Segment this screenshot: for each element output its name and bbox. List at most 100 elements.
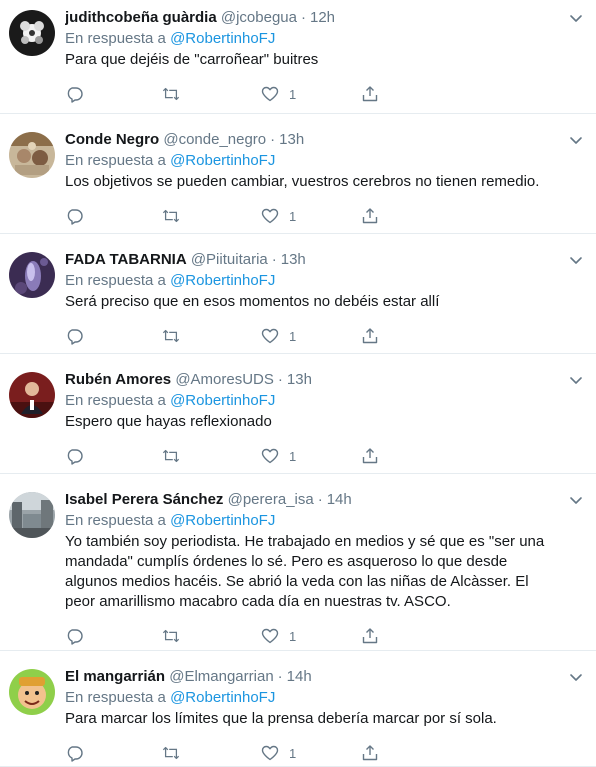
share-button[interactable]: [361, 206, 379, 226]
like-button[interactable]: 1: [261, 743, 296, 763]
timestamp[interactable]: 14h: [327, 491, 352, 508]
share-button[interactable]: [361, 626, 379, 646]
user-handle[interactable]: @Piituitaria: [191, 251, 268, 268]
tweet-text: Para marcar los límites que la prensa de…: [65, 709, 584, 729]
user-handle[interactable]: @perera_isa: [228, 491, 314, 508]
reply-to-link[interactable]: @RobertinhoFJ: [170, 272, 275, 289]
avatar[interactable]: [9, 132, 55, 178]
reply-button[interactable]: [65, 326, 83, 346]
tweet-text: Espero que hayas reflexionado: [65, 412, 584, 432]
reply-button[interactable]: [65, 626, 83, 646]
share-button[interactable]: [361, 326, 379, 346]
like-button[interactable]: 1: [261, 206, 296, 226]
tweet-text: Para que dejéis de "carroñear" buitres: [65, 50, 584, 70]
timestamp[interactable]: 13h: [279, 131, 304, 148]
retweet-button[interactable]: [162, 743, 180, 763]
like-button[interactable]: 1: [261, 626, 296, 646]
share-icon: [361, 327, 379, 345]
share-button[interactable]: [361, 446, 379, 466]
display-name[interactable]: Isabel Perera Sánchez: [65, 491, 223, 508]
like-icon: [261, 85, 279, 103]
chevron-down-icon[interactable]: [568, 10, 584, 26]
tweet[interactable]: Isabel Perera Sánchez @perera_isa · 14h En …: [0, 474, 596, 651]
reply-icon: [65, 744, 83, 762]
user-handle[interactable]: @Elmangarrian: [169, 668, 273, 685]
user-handle[interactable]: @conde_negro: [163, 131, 266, 148]
display-name[interactable]: El mangarrián: [65, 668, 165, 685]
tweet-text-line: peor amarillismo macabro cada día en nue…: [65, 593, 451, 610]
avatar[interactable]: [9, 372, 55, 418]
separator-dot: ·: [270, 131, 276, 148]
tweet-header: Rubén Amores @AmoresUDS · 13h: [65, 370, 562, 390]
retweet-icon: [162, 627, 180, 645]
tweet-text-line: mandada" cumplís órdenes lo sé. Pero es …: [65, 553, 508, 570]
reply-context: En respuesta a @RobertinhoFJ: [65, 29, 275, 49]
timestamp[interactable]: 13h: [281, 251, 306, 268]
chevron-down-icon[interactable]: [568, 669, 584, 685]
timestamp[interactable]: 14h: [287, 668, 312, 685]
tweet-text-line: Los objetivos se pueden cambiar, vuestro…: [65, 173, 540, 190]
retweet-button[interactable]: [162, 326, 180, 346]
reply-to-link[interactable]: @RobertinhoFJ: [170, 392, 275, 409]
tweet-text-line: algunos medios hacéis. Se abrió la veda …: [65, 573, 529, 590]
retweet-icon: [162, 744, 180, 762]
reply-prefix: En respuesta a: [65, 152, 166, 169]
man-in-suit-avatar: [9, 372, 55, 418]
reply-to-link[interactable]: @RobertinhoFJ: [170, 512, 275, 529]
reply-icon: [65, 627, 83, 645]
chevron-down-icon[interactable]: [568, 492, 584, 508]
display-name[interactable]: Rubén Amores: [65, 371, 171, 388]
reply-button[interactable]: [65, 446, 83, 466]
share-button[interactable]: [361, 84, 379, 104]
reply-to-link[interactable]: @RobertinhoFJ: [170, 152, 275, 169]
tweet-text-line: Espero que hayas reflexionado: [65, 413, 272, 430]
retweet-icon: [162, 327, 180, 345]
tweet-header: FADA TABARNIA @Piituitaria · 13h: [65, 250, 562, 270]
tweet[interactable]: El mangarrián @Elmangarrian · 14h En respue…: [0, 651, 596, 767]
avatar[interactable]: [9, 492, 55, 538]
tweet[interactable]: FADA TABARNIA @Piituitaria · 13h En respues…: [0, 234, 596, 354]
reply-button[interactable]: [65, 206, 83, 226]
reply-button[interactable]: [65, 743, 83, 763]
timestamp[interactable]: 12h: [310, 9, 335, 26]
chevron-down-icon[interactable]: [568, 252, 584, 268]
retweet-button[interactable]: [162, 206, 180, 226]
tweet[interactable]: judithcobeña guàrdia @jcobegua · 12h En res…: [0, 0, 596, 114]
reply-to-link[interactable]: @RobertinhoFJ: [170, 30, 275, 47]
chevron-down-icon[interactable]: [568, 372, 584, 388]
avatar[interactable]: [9, 252, 55, 298]
like-count: 1: [289, 448, 297, 464]
like-button[interactable]: 1: [261, 446, 296, 466]
retweet-button[interactable]: [162, 446, 180, 466]
reply-prefix: En respuesta a: [65, 392, 166, 409]
purple-fairy-avatar: [9, 252, 55, 298]
user-handle[interactable]: @jcobegua: [221, 9, 297, 26]
timestamp[interactable]: 13h: [287, 371, 312, 388]
retweet-button[interactable]: [162, 84, 180, 104]
avatar[interactable]: [9, 669, 55, 715]
reply-to-link[interactable]: @RobertinhoFJ: [170, 689, 275, 706]
reply-icon: [65, 207, 83, 225]
avatar[interactable]: [9, 10, 55, 56]
tweet[interactable]: Conde Negro @conde_negro · 13h En respuesta…: [0, 114, 596, 234]
tweet-text: Yo también soy periodista. He trabajado …: [65, 532, 584, 612]
share-icon: [361, 207, 379, 225]
reply-prefix: En respuesta a: [65, 512, 166, 529]
share-button[interactable]: [361, 743, 379, 763]
reply-button[interactable]: [65, 84, 83, 104]
user-handle[interactable]: @AmoresUDS: [175, 371, 274, 388]
retweet-button[interactable]: [162, 626, 180, 646]
display-name[interactable]: judithcobeña guàrdia: [65, 9, 217, 26]
like-count: 1: [289, 745, 297, 761]
reply-context: En respuesta a @RobertinhoFJ: [65, 511, 275, 531]
tweet-actions: 1: [65, 326, 385, 346]
like-button[interactable]: 1: [261, 84, 296, 104]
display-name[interactable]: FADA TABARNIA: [65, 251, 187, 268]
like-button[interactable]: 1: [261, 326, 296, 346]
like-count: 1: [289, 86, 297, 102]
chevron-down-icon[interactable]: [568, 132, 584, 148]
display-name[interactable]: Conde Negro: [65, 131, 159, 148]
tweet[interactable]: Rubén Amores @AmoresUDS · 13h En respuesta …: [0, 354, 596, 474]
like-icon: [261, 327, 279, 345]
reply-icon: [65, 447, 83, 465]
